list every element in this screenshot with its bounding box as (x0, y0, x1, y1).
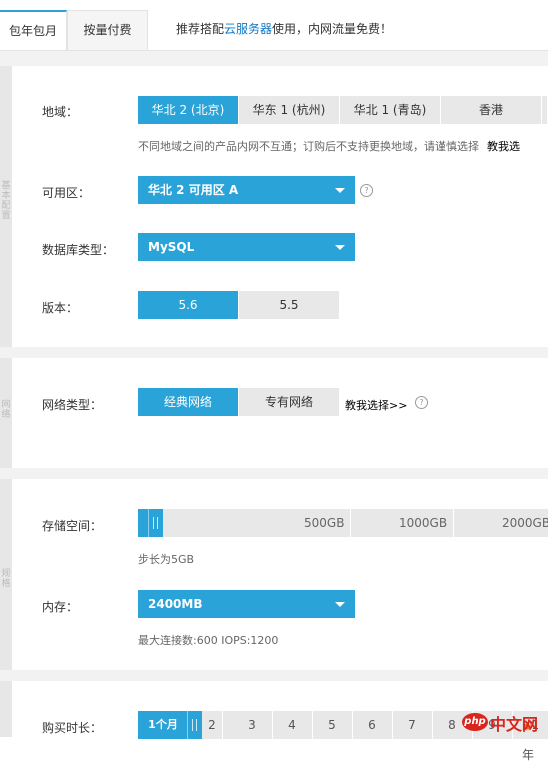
region-option-beijing[interactable]: 华北 2 (北京) (138, 96, 239, 124)
memory-select[interactable]: 2400MB (138, 590, 355, 618)
memory-note: 最大连接数:600 IOPS:1200 (138, 634, 279, 647)
region-help-link[interactable]: 教我选 (487, 140, 520, 153)
zone-help-icon[interactable]: ? (360, 184, 373, 197)
billing-tabs: 包年包月 按量付费 推荐搭配云服务器使用，内网流量免费！ (0, 0, 548, 51)
region-note: 不同地域之间的产品内网不互通；订购后不支持更换地域，请谨慎选择 教我选 (138, 138, 548, 154)
duration-side-tab (0, 681, 12, 737)
network-type-label: 网络类型： (42, 398, 103, 412)
storage-tick-separator (453, 509, 454, 537)
storage-label: 存储空间： (42, 519, 103, 533)
storage-tick-2000: 2000GB (502, 516, 548, 530)
duration-option-2[interactable]: 2 (202, 711, 222, 739)
basic-config-side-label: 基本配置 (1, 181, 11, 221)
chevron-down-icon (335, 188, 345, 193)
promo-tip: 推荐搭配云服务器使用，内网流量免费！ (176, 20, 392, 37)
chevron-down-icon (335, 245, 345, 250)
section-gap (0, 670, 548, 681)
duration-option-6[interactable]: 6 (352, 711, 392, 739)
region-note-text: 不同地域之间的产品内网不互通；订购后不支持更换地域，请谨慎选择 (138, 140, 479, 153)
duration-option-5[interactable]: 5 (312, 711, 352, 739)
storage-slider-handle[interactable] (148, 509, 163, 537)
zone-label: 可用区： (42, 186, 91, 200)
memory-label: 内存： (42, 600, 79, 614)
section-gap (0, 468, 548, 479)
duration-label: 购买时长： (42, 721, 103, 735)
basic-config-side-tab: 基本配置 (0, 66, 12, 347)
watermark-text: 中文网 (490, 715, 539, 734)
region-option-qingdao[interactable]: 华北 1 (青岛) (340, 96, 441, 124)
spec-side-label: 规格 (1, 569, 11, 589)
zone-select[interactable]: 华北 2 可用区 A (138, 176, 355, 204)
region-option-more[interactable] (542, 96, 548, 124)
network-option-classic[interactable]: 经典网络 (138, 388, 239, 416)
php-logo-badge: php (462, 713, 488, 731)
network-side-tab: 网络 (0, 358, 12, 468)
version-option-5-6[interactable]: 5.6 (138, 291, 239, 319)
storage-tick-1000: 1000GB (399, 516, 448, 530)
network-option-vpc[interactable]: 专有网络 (239, 388, 340, 416)
tab-pay-as-you-go[interactable]: 按量付费 (67, 10, 148, 50)
promo-tip-suffix: 使用，内网流量免费！ (272, 22, 393, 36)
storage-tick-separator (350, 509, 351, 537)
php-cn-watermark: php 中文网 (462, 707, 548, 737)
tab-monthly[interactable]: 包年包月 (0, 10, 67, 50)
promo-tip-prefix: 推荐搭配 (176, 22, 225, 36)
network-help-icon[interactable]: ? (415, 396, 428, 409)
version-option-5-5[interactable]: 5.5 (239, 291, 340, 319)
version-label: 版本： (42, 301, 79, 315)
db-type-select-value: MySQL (148, 240, 195, 254)
network-side-label: 网络 (1, 400, 11, 420)
section-gap (0, 347, 548, 358)
memory-select-value: 2400MB (148, 597, 203, 611)
duration-option-3[interactable]: 3 (232, 711, 272, 739)
region-option-hongkong[interactable]: 香港 (441, 96, 542, 124)
duration-option-4[interactable]: 4 (272, 711, 312, 739)
zone-select-value: 华北 2 可用区 A (148, 183, 239, 197)
spec-side-tab: 规格 (0, 479, 12, 670)
db-type-label: 数据库类型： (42, 243, 115, 257)
storage-tick-500: 500GB (304, 516, 345, 530)
db-type-select[interactable]: MySQL (138, 233, 355, 261)
duration-selected-1-month[interactable]: 1个月 (138, 711, 188, 739)
duration-option-7[interactable]: 7 (392, 711, 432, 739)
promo-ecs-link[interactable]: 云服务器 (224, 22, 272, 36)
region-label: 地域： (42, 105, 79, 119)
network-help-link[interactable]: 教我选择>> (345, 397, 407, 413)
storage-step-note: 步长为5GB (138, 553, 195, 566)
duration-separator (222, 711, 223, 739)
duration-slider-handle[interactable] (187, 711, 202, 739)
section-gap (0, 51, 548, 66)
region-option-hangzhou[interactable]: 华东 1 (杭州) (239, 96, 340, 124)
chevron-down-icon (335, 602, 345, 607)
